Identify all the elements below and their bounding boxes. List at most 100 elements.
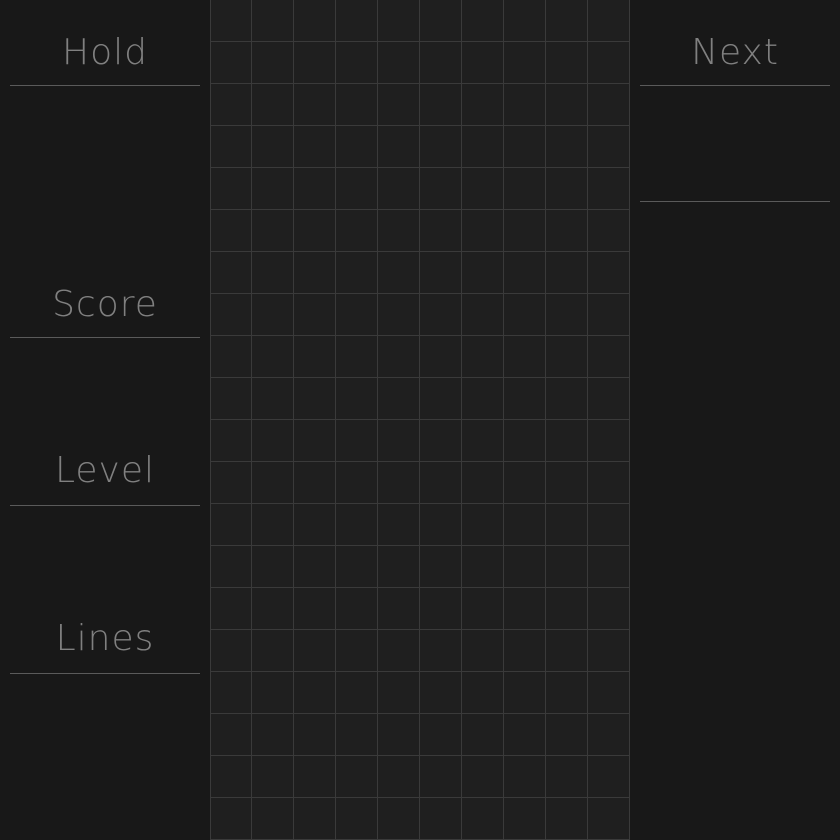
board-cell	[462, 378, 504, 420]
board-cell	[504, 546, 546, 588]
board-cell	[546, 630, 588, 672]
board-cell	[378, 756, 420, 798]
board-cell	[420, 462, 462, 504]
board-cell	[588, 126, 630, 168]
board-cell	[294, 84, 336, 126]
board-cell	[336, 210, 378, 252]
board-cell	[504, 378, 546, 420]
board-cell	[588, 714, 630, 756]
board-cell	[462, 546, 504, 588]
board-cell	[294, 588, 336, 630]
board-cell	[294, 798, 336, 840]
board-cell	[294, 336, 336, 378]
board-cell	[252, 630, 294, 672]
board-cell	[546, 42, 588, 84]
board-cell	[210, 42, 252, 84]
board-cell	[336, 42, 378, 84]
board-cell	[462, 714, 504, 756]
score-label: Score	[52, 284, 158, 325]
board-cell	[210, 294, 252, 336]
board-cell	[462, 42, 504, 84]
board-cell	[252, 252, 294, 294]
board-cell	[504, 168, 546, 210]
board-cell	[336, 798, 378, 840]
board-cell	[294, 126, 336, 168]
board-cell	[462, 84, 504, 126]
board-cell	[294, 0, 336, 42]
board-cell	[546, 168, 588, 210]
board-cell	[420, 252, 462, 294]
board-cell	[420, 42, 462, 84]
board-cell	[210, 252, 252, 294]
board-cell	[504, 210, 546, 252]
board-cell	[588, 546, 630, 588]
board-cell	[252, 168, 294, 210]
board-cell	[294, 546, 336, 588]
board-cell	[588, 294, 630, 336]
board-cell	[588, 420, 630, 462]
board-cell	[210, 84, 252, 126]
board-cell	[546, 252, 588, 294]
board-cell	[504, 462, 546, 504]
next-piece-box	[640, 90, 830, 200]
board-cell	[336, 0, 378, 42]
board-cell	[252, 420, 294, 462]
board-cell	[546, 504, 588, 546]
board-cell	[546, 126, 588, 168]
board-cell	[462, 630, 504, 672]
board-cell	[546, 420, 588, 462]
board-cell	[420, 714, 462, 756]
board-cell	[504, 630, 546, 672]
board-cell	[252, 378, 294, 420]
board-cell	[378, 504, 420, 546]
board-cell	[294, 462, 336, 504]
board-cell	[420, 504, 462, 546]
board-cell	[252, 84, 294, 126]
board-cell	[294, 294, 336, 336]
board-cell	[378, 168, 420, 210]
next-label: Next	[691, 32, 779, 73]
board-cell	[378, 294, 420, 336]
board-cell	[420, 420, 462, 462]
board-cell	[546, 798, 588, 840]
left-panel: Hold Score Level Lines	[10, 0, 200, 840]
board-cell	[252, 798, 294, 840]
board-cell	[546, 546, 588, 588]
board-cell	[546, 756, 588, 798]
board-cell	[336, 462, 378, 504]
board-cell	[420, 126, 462, 168]
board-cell	[378, 210, 420, 252]
board-cell	[252, 756, 294, 798]
board-cell	[378, 252, 420, 294]
board-cell	[210, 756, 252, 798]
board-cell	[420, 378, 462, 420]
board-cell	[378, 42, 420, 84]
board-cell	[336, 252, 378, 294]
board-cell	[546, 294, 588, 336]
right-panel: Next	[640, 0, 830, 840]
next-divider-bottom	[640, 201, 830, 202]
board-cell	[378, 84, 420, 126]
board-cell	[420, 630, 462, 672]
board-cell	[294, 420, 336, 462]
board-cell	[378, 462, 420, 504]
board-cell	[378, 588, 420, 630]
board-cell	[378, 420, 420, 462]
board-cell	[504, 672, 546, 714]
board-cell	[336, 168, 378, 210]
board-cell	[336, 336, 378, 378]
board-cell	[336, 630, 378, 672]
board-cell	[378, 798, 420, 840]
board-cell	[462, 420, 504, 462]
board-cell	[252, 588, 294, 630]
board-cell	[210, 0, 252, 42]
board-cell	[504, 420, 546, 462]
board-cell	[378, 714, 420, 756]
board-cell	[336, 714, 378, 756]
game-board[interactable]	[210, 0, 630, 840]
board-cell	[420, 168, 462, 210]
board-cell	[210, 798, 252, 840]
board-cell	[462, 0, 504, 42]
board-cell	[588, 504, 630, 546]
hold-label: Hold	[62, 32, 148, 73]
